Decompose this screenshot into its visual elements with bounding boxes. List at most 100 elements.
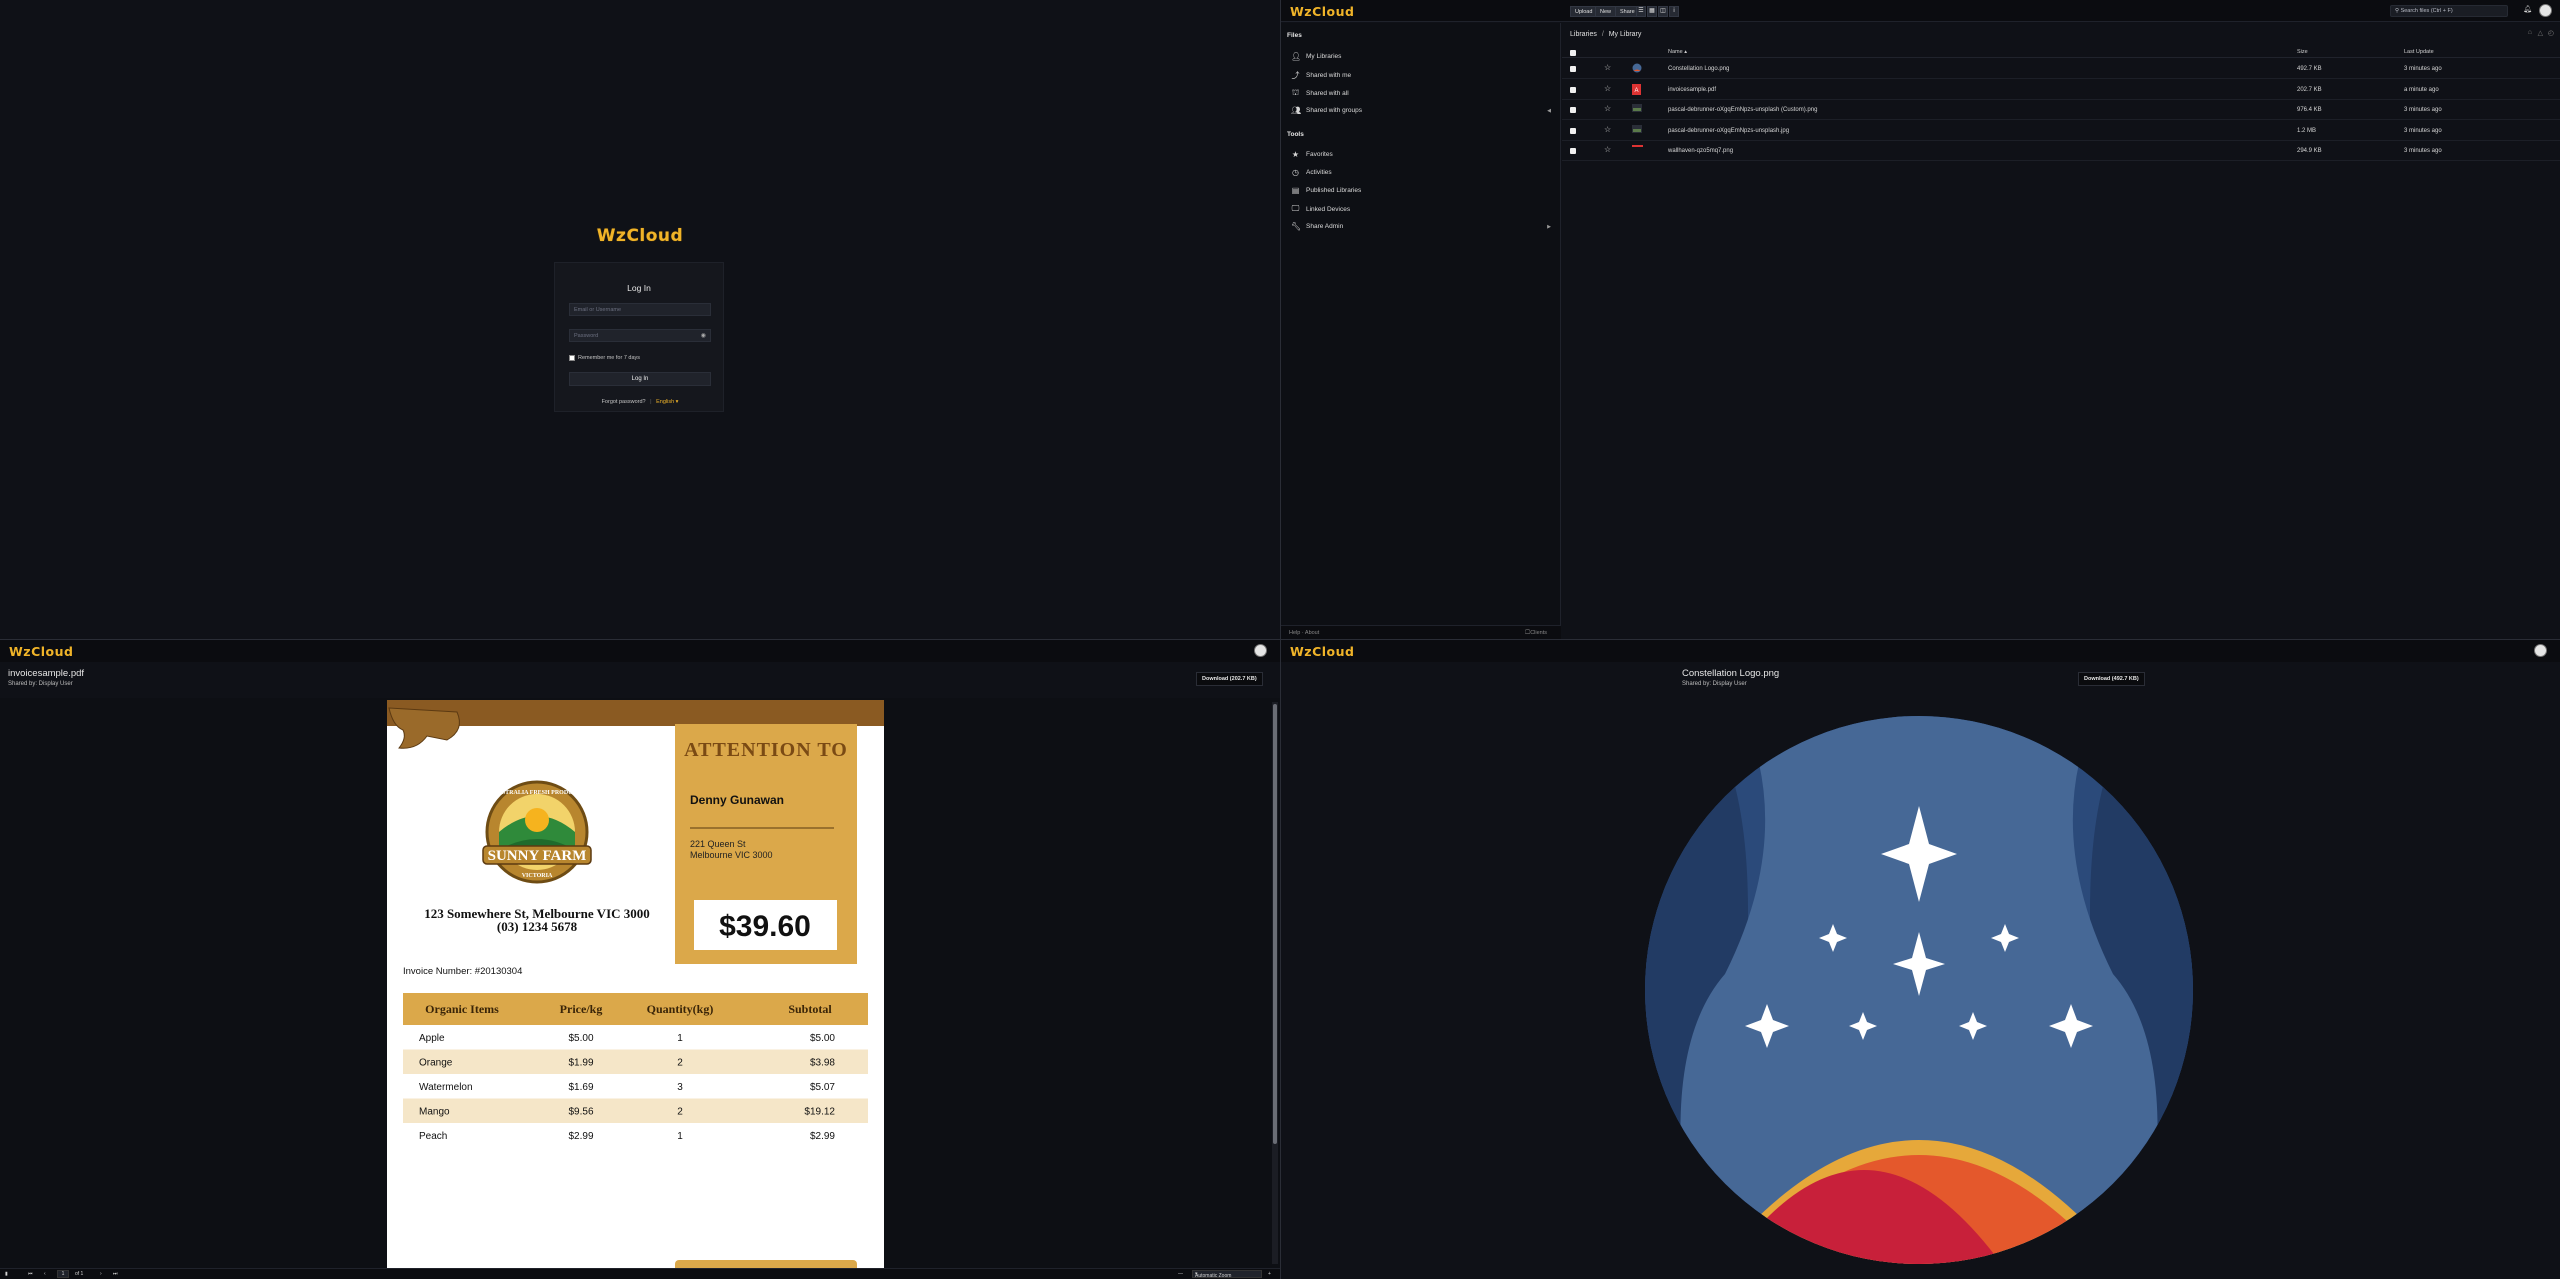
invoice-cell: $2.99 xyxy=(810,1131,835,1142)
scrollbar-thumb[interactable] xyxy=(1273,704,1277,1144)
invoice-header-cell: Quantity(kg) xyxy=(647,1002,714,1016)
list-view-icon[interactable]: ☰ xyxy=(1636,6,1646,17)
breadcrumb: Libraries / My Library xyxy=(1570,31,1641,38)
bell-icon[interactable]: 🔔︎ xyxy=(2523,5,2532,13)
help-about-links[interactable]: Help · About xyxy=(1289,630,1319,636)
share-library-icon[interactable]: △ xyxy=(2538,29,2543,37)
zoom-out-icon[interactable]: — xyxy=(1178,1271,1183,1277)
sidebar-item-favorites[interactable]: ★ Favorites xyxy=(1291,150,1553,159)
avatar[interactable] xyxy=(2539,4,2552,17)
language-select[interactable]: English ▾ xyxy=(656,399,678,405)
row-checkbox[interactable] xyxy=(1570,86,1576,93)
file-name-link[interactable]: Constellation Logo.png xyxy=(1668,66,1729,72)
invoice-cell: $5.07 xyxy=(810,1082,835,1093)
grid-view-icon[interactable]: ▦ xyxy=(1647,6,1657,17)
table-row[interactable]: ☆ wallhaven-qzo5mq7.png 294.9 KB 3 minutes … xyxy=(1562,141,2560,161)
row-checkbox[interactable] xyxy=(1570,148,1576,154)
forgot-password-link[interactable]: Forgot password? xyxy=(602,399,646,405)
pdf-scrollbar[interactable] xyxy=(1272,702,1278,1264)
file-name: Constellation Logo.png xyxy=(1682,668,1780,679)
file-name-link[interactable]: wallhaven-qzo5mq7.png xyxy=(1668,148,1733,154)
sidebar-item-label: Activities xyxy=(1306,169,1332,176)
remember-me[interactable]: Remember me for 7 days xyxy=(569,355,640,361)
chevron-left-icon[interactable]: ◀ xyxy=(1547,108,1551,114)
file-size: 492.7 KB xyxy=(2297,66,2322,72)
file-name-link[interactable]: pascal-debrunner-oXgqEmNpzs-unsplash (Cu… xyxy=(1668,107,1817,113)
column-view-icon[interactable]: ◫ xyxy=(1658,6,1668,17)
last-page-icon[interactable]: ⏭ xyxy=(113,1271,118,1277)
avatar[interactable] xyxy=(1254,644,1267,657)
clients-link[interactable]: 🖵︎Clients xyxy=(1525,630,1547,637)
breadcrumb-separator: / xyxy=(1601,31,1604,38)
sidebar-toggle-icon[interactable]: ▮ xyxy=(5,1271,8,1277)
page-total: of 1 xyxy=(75,1271,84,1277)
column-last-update[interactable]: Last Update xyxy=(2404,49,2434,55)
column-size[interactable]: Size xyxy=(2297,49,2308,55)
sidebar-item-share-admin[interactable]: 🔧︎ Share Admin ▶ xyxy=(1291,222,1553,231)
sidebar-item-shared-with-all[interactable]: ⛫ Shared with all xyxy=(1291,88,1553,98)
invoice-header-cell: Organic Items xyxy=(425,1002,499,1016)
row-checkbox[interactable] xyxy=(1570,107,1576,113)
table-row[interactable]: ☆ pascal-debrunner-oXgqEmNpzs-unsplash.jp… xyxy=(1562,121,2560,141)
download-button[interactable]: Download (202.7 KB) xyxy=(1196,672,1263,686)
star-outline-icon[interactable]: ☆ xyxy=(1604,84,1611,93)
first-page-icon[interactable]: ⏮ xyxy=(28,1271,33,1277)
select-all-checkbox[interactable] xyxy=(1570,50,1576,56)
new-button[interactable]: New xyxy=(1595,6,1617,17)
page-number-input[interactable]: 1 xyxy=(57,1270,69,1278)
zoom-select[interactable]: Automatic Zoom ▾ xyxy=(1192,1270,1262,1279)
row-checkbox[interactable] xyxy=(1570,127,1576,134)
eye-icon[interactable]: ◉ xyxy=(701,332,706,339)
password-field[interactable]: Password ◉ xyxy=(569,329,711,342)
table-row[interactable]: ☆ Ainvoicesample.pdf 202.7 KB a minute ago xyxy=(1562,80,2560,100)
sidebar-item-shared-with-groups[interactable]: 👥︎ Shared with groups ◀ xyxy=(1291,106,1553,115)
image-viewer-logo[interactable]: WzCloud xyxy=(1290,644,1354,659)
tools-heading: Tools xyxy=(1287,131,1304,138)
table-row[interactable]: ☆ pascal-debrunner-oXgqEmNpzs-unsplash (C… xyxy=(1562,100,2560,120)
upload-button[interactable]: Upload xyxy=(1570,6,1598,17)
download-button[interactable]: Download (492.7 KB) xyxy=(2078,672,2145,686)
search-input[interactable]: ⚲ Search files (Ctrl + F) xyxy=(2390,5,2508,17)
invoice-cell: 3 xyxy=(677,1082,683,1093)
prev-page-icon[interactable]: ‹ xyxy=(44,1271,46,1277)
sidebar-item-activities[interactable]: ◷ Activities xyxy=(1291,168,1553,177)
next-page-icon[interactable]: › xyxy=(100,1271,102,1277)
avatar[interactable] xyxy=(2534,644,2547,657)
history-icon[interactable]: ◴ xyxy=(2548,29,2554,37)
zoom-in-icon[interactable]: + xyxy=(1268,1271,1271,1277)
library-logo[interactable]: WzCloud xyxy=(1290,4,1354,19)
star-outline-icon[interactable]: ☆ xyxy=(1604,145,1611,154)
star-icon: ★ xyxy=(1291,150,1300,159)
star-outline-icon[interactable]: ☆ xyxy=(1604,104,1611,113)
sidebar-item-published-libraries[interactable]: ▤ Published Libraries xyxy=(1291,186,1553,195)
file-updated: 3 minutes ago xyxy=(2404,66,2442,72)
sidebar-item-linked-devices[interactable]: 🖵︎ Linked Devices xyxy=(1291,204,1553,214)
star-outline-icon[interactable]: ☆ xyxy=(1604,63,1611,72)
star-outline-icon[interactable]: ☆ xyxy=(1604,125,1611,134)
group-icon: 👥︎ xyxy=(1291,106,1302,115)
column-name[interactable]: Name ▴ xyxy=(1668,49,1687,55)
login-button[interactable]: Log In xyxy=(569,372,711,386)
logo-ring-text: AUSTRALIA FRESH PRODUCE xyxy=(493,790,581,796)
info-icon[interactable]: i xyxy=(1669,6,1679,17)
sidebar-item-label: Published Libraries xyxy=(1306,187,1362,194)
pdf-viewer-logo[interactable]: WzCloud xyxy=(9,644,73,659)
chevron-right-icon[interactable]: ▶ xyxy=(1547,224,1551,230)
file-name-link[interactable]: pascal-debrunner-oXgqEmNpzs-unsplash.jpg xyxy=(1668,128,1789,134)
sidebar-item-shared-with-me[interactable]: ⤴ Shared with me xyxy=(1291,70,1553,81)
email-field[interactable]: Email or Username xyxy=(569,303,711,316)
sidebar-item-my-libraries[interactable]: 👤︎ My Libraries xyxy=(1291,52,1553,61)
remember-checkbox[interactable] xyxy=(569,355,575,361)
table-row[interactable]: ☆ Constellation Logo.png 492.7 KB 3 minutes… xyxy=(1562,59,2560,79)
scroll-banner-icon xyxy=(388,707,460,749)
pdf-viewer-topbar: WzCloud xyxy=(0,640,1280,662)
row-checkbox[interactable] xyxy=(1570,66,1576,72)
invoice-cell: 1 xyxy=(677,1033,683,1044)
breadcrumb-root[interactable]: Libraries xyxy=(1570,31,1597,38)
tag-icon[interactable]: ⌂ xyxy=(2528,29,2532,36)
image-thumb-icon xyxy=(1632,104,1642,115)
login-title: Log In xyxy=(627,283,651,293)
file-name-link[interactable]: invoicesample.pdf xyxy=(1668,87,1716,93)
document-icon: ▤ xyxy=(1291,186,1300,195)
invoice-cell: $1.99 xyxy=(568,1058,593,1069)
